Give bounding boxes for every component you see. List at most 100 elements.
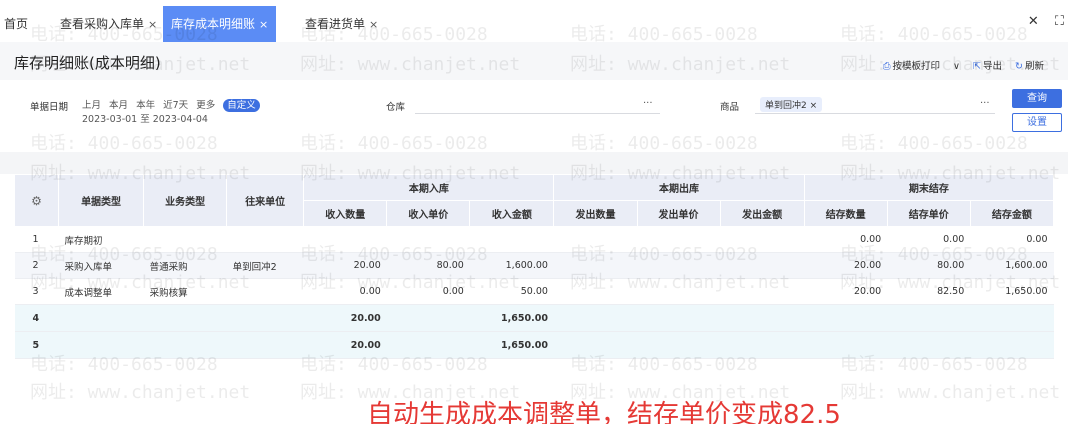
cell-bal-qty: 20.00 xyxy=(804,252,888,279)
cell-partner xyxy=(226,278,304,305)
quick-date-options: 上月 本月 本年 近7天 更多 自定义 xyxy=(82,97,265,112)
tab-label: 首页 xyxy=(4,17,29,31)
warehouse-picker-icon[interactable]: ··· xyxy=(643,98,653,109)
tab-purchase-order[interactable]: 查看进货单 × xyxy=(305,6,378,42)
section-gap xyxy=(0,152,1068,174)
header-biz-type: 业务类型 xyxy=(143,174,228,227)
tab-home[interactable]: 首页 xyxy=(4,6,28,42)
header-group-inbound: 本期入库 xyxy=(303,174,555,201)
cell-out-price xyxy=(637,278,721,305)
cell-out-amount xyxy=(720,226,805,253)
header-in-amount: 收入金额 xyxy=(469,200,555,227)
warehouse-label: 仓库 xyxy=(386,102,406,113)
tab-purchase-receipt[interactable]: 查看采购入库单 × xyxy=(60,6,157,42)
export-button[interactable]: ⇱ 导出 xyxy=(973,61,1002,72)
quick-date-custom[interactable]: 自定义 xyxy=(223,99,260,112)
cell-bal-amount: 1,650.00 xyxy=(970,278,1054,305)
cell-in-price: 0.00 xyxy=(386,278,470,305)
print-button[interactable]: ⎙ 按模板打印 xyxy=(883,61,940,72)
row-number: 2 xyxy=(14,252,59,279)
tag-close-icon[interactable]: × xyxy=(810,101,818,111)
total-in-qty: 20.00 xyxy=(303,331,387,359)
table-row[interactable]: 2 采购入库单 普通采购 单到回冲2 20.00 80.00 1,600.00 … xyxy=(14,252,1054,279)
refresh-label: 刷新 xyxy=(1024,61,1044,72)
header-group-balance: 期末结存 xyxy=(803,174,1055,201)
filter-panel: 单据日期 上月 本月 本年 近7天 更多 自定义 2023-03-01 至 20… xyxy=(0,80,1068,152)
quick-date-more[interactable]: 更多 xyxy=(196,100,215,111)
close-all-icon[interactable]: ✕ xyxy=(1028,14,1039,29)
tab-label: 库存成本明细账 xyxy=(171,17,256,31)
query-button[interactable]: 查询 xyxy=(1012,89,1062,108)
cell-out-amount xyxy=(720,278,805,305)
quick-date-this-month[interactable]: 本月 xyxy=(109,100,128,111)
ledger-table: ⚙ 单据类型 业务类型 往来单位 本期入库 本期出库 期末结存 收入数量 收入单… xyxy=(13,174,1055,359)
product-label: 商品 xyxy=(720,102,740,113)
quick-date-this-year[interactable]: 本年 xyxy=(136,100,155,111)
cell-in-amount: 50.00 xyxy=(469,278,554,305)
total-row: 5 20.00 1,650.00 xyxy=(14,331,1054,359)
row-number: 1 xyxy=(14,226,59,253)
header-actions: ⎙ 按模板打印 ∨ ⇱ 导出 ↻ 刷新 xyxy=(873,58,1044,72)
tab-inventory-cost-ledger[interactable]: 库存成本明细账 × xyxy=(163,6,277,42)
cell-in-amount xyxy=(469,226,554,253)
total-in-qty: 20.00 xyxy=(303,304,387,332)
refresh-button[interactable]: ↻ 刷新 xyxy=(1015,61,1044,72)
cell-doc-type[interactable]: 采购入库单 xyxy=(58,252,144,279)
row-number: 4 xyxy=(14,304,59,332)
cell-bal-amount: 1,600.00 xyxy=(970,252,1054,279)
warehouse-input[interactable] xyxy=(415,113,660,114)
printer-icon: ⎙ xyxy=(882,61,891,72)
total-in-amount: 1,650.00 xyxy=(469,304,554,332)
watermark-site: 网址: www.chanjet.net xyxy=(30,382,251,403)
cell-out-price xyxy=(637,252,721,279)
annotation-text: 自动生成成本调整单，结存单价变成82.5 xyxy=(367,400,841,424)
quick-date-last-month[interactable]: 上月 xyxy=(82,100,101,111)
row-number: 3 xyxy=(14,278,59,305)
tabbar-controls: ✕ ⛶ xyxy=(1016,14,1064,29)
gear-icon[interactable]: ⚙ xyxy=(31,194,42,208)
refresh-icon: ↻ xyxy=(1015,61,1023,72)
header-bal-price: 结存单价 xyxy=(886,200,971,227)
cell-in-price: 80.00 xyxy=(386,252,470,279)
column-settings-cell[interactable]: ⚙ xyxy=(13,174,60,227)
close-icon[interactable]: × xyxy=(369,18,378,31)
close-icon[interactable]: × xyxy=(148,18,157,31)
product-tag-label: 单到回冲2 xyxy=(765,101,807,111)
page-header: 库存明细账(成本明细) ⎙ 按模板打印 ∨ ⇱ 导出 ↻ 刷新 xyxy=(0,42,1068,80)
quick-date-last-7-days[interactable]: 近7天 xyxy=(163,100,188,111)
date-range-value[interactable]: 2023-03-01 至 2023-04-04 xyxy=(82,111,208,125)
header-out-qty: 发出数量 xyxy=(553,200,638,227)
cell-bal-price: 0.00 xyxy=(887,226,971,253)
tab-label: 查看进货单 xyxy=(305,17,366,31)
cell-out-price xyxy=(637,226,721,253)
cell-biz-type: 普通采购 xyxy=(143,252,227,279)
header-out-price: 发出单价 xyxy=(636,200,721,227)
product-picker-icon[interactable]: ··· xyxy=(980,98,990,109)
cell-bal-price: 82.50 xyxy=(887,278,971,305)
table-row[interactable]: 3 成本调整单 采购核算 0.00 0.00 50.00 20.00 82.50… xyxy=(14,278,1054,305)
close-icon[interactable]: × xyxy=(259,18,268,31)
cell-biz-type xyxy=(143,226,227,253)
row-number: 5 xyxy=(14,331,59,359)
total-in-amount: 1,650.00 xyxy=(469,331,554,359)
date-label: 单据日期 xyxy=(30,102,69,113)
cell-in-qty: 20.00 xyxy=(303,252,387,279)
print-dropdown-icon[interactable]: ∨ xyxy=(953,61,960,72)
cell-bal-amount: 0.00 xyxy=(970,226,1054,253)
cell-bal-price: 80.00 xyxy=(887,252,971,279)
product-input[interactable] xyxy=(755,113,995,114)
table-row[interactable]: 1 库存期初 0.00 0.00 0.00 xyxy=(14,226,1054,253)
header-group-outbound: 本期出库 xyxy=(553,174,805,201)
cell-out-qty xyxy=(553,226,637,253)
cell-in-qty xyxy=(303,226,387,253)
ledger-table-wrap: ⚙ 单据类型 业务类型 往来单位 本期入库 本期出库 期末结存 收入数量 收入单… xyxy=(13,174,1055,359)
cell-in-qty: 0.00 xyxy=(303,278,387,305)
header-in-qty: 收入数量 xyxy=(303,200,388,227)
header-bal-amount: 结存金额 xyxy=(969,200,1055,227)
expand-icon[interactable]: ⛶ xyxy=(1055,14,1064,29)
page-title: 库存明细账(成本明细) xyxy=(14,54,161,72)
cell-in-price xyxy=(386,226,470,253)
cell-doc-type: 库存期初 xyxy=(58,226,144,253)
cell-doc-type[interactable]: 成本调整单 xyxy=(58,278,144,305)
settings-button[interactable]: 设置 xyxy=(1012,113,1062,132)
